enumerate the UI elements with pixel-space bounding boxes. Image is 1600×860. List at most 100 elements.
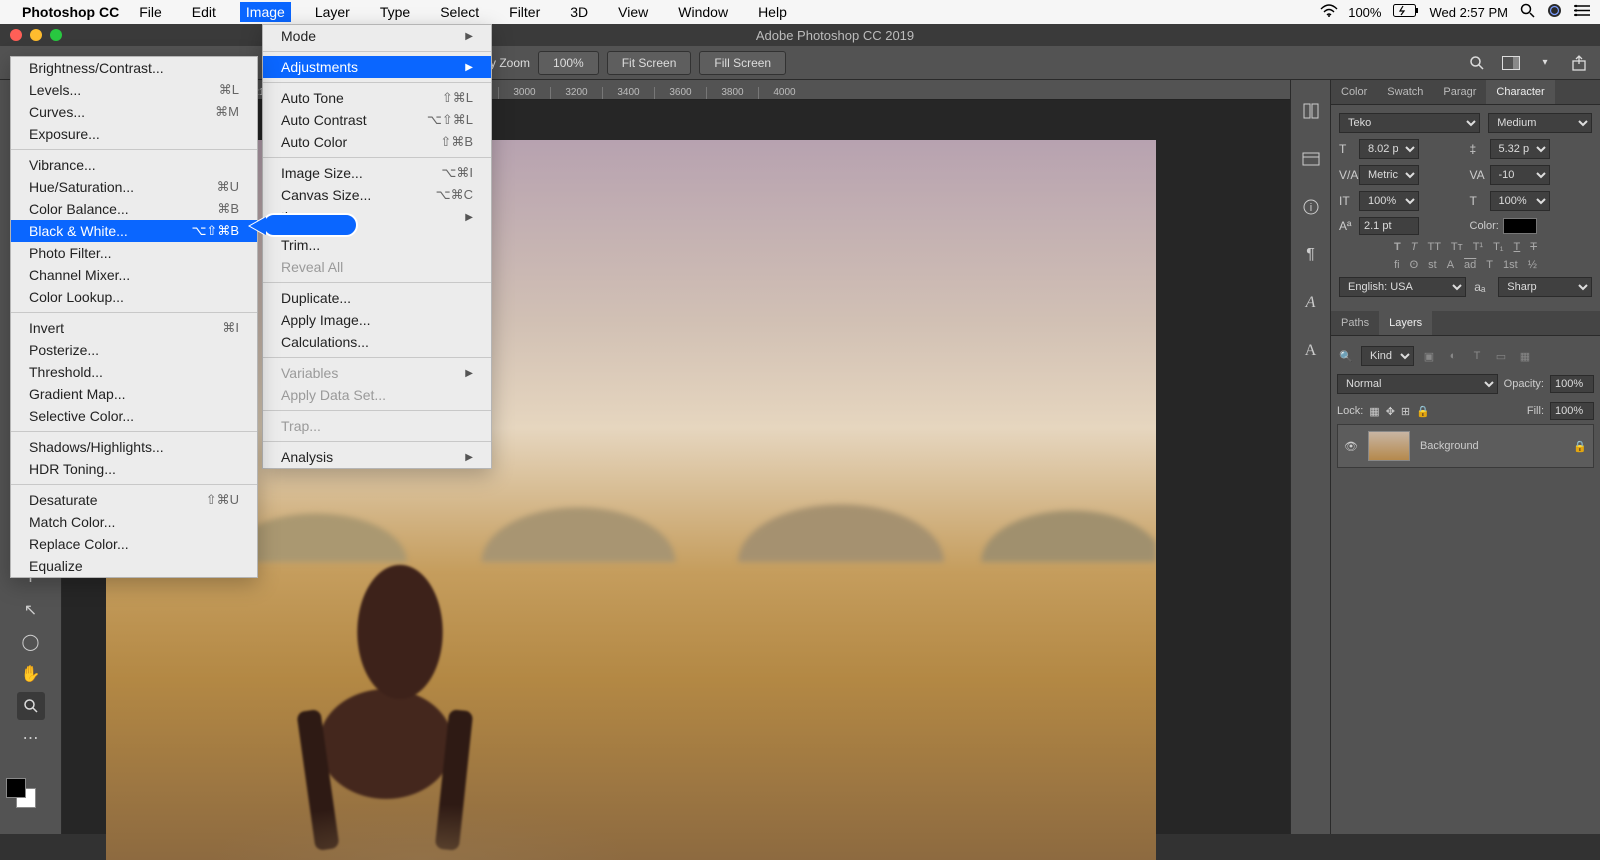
menubar-item-help[interactable]: Help	[752, 2, 793, 22]
bold-icon[interactable]: T	[1394, 241, 1401, 253]
tab-paths[interactable]: Paths	[1331, 311, 1379, 335]
tab-layers[interactable]: Layers	[1379, 311, 1432, 335]
tracking-select[interactable]: -10	[1490, 165, 1550, 185]
titling-icon[interactable]: ad	[1464, 259, 1476, 271]
siri-icon[interactable]	[1547, 3, 1562, 21]
lock-pixels-icon[interactable]: ▦	[1369, 405, 1379, 418]
blend-mode-select[interactable]: Normal	[1337, 374, 1498, 394]
filter-shape-icon[interactable]: ▭	[1492, 350, 1510, 363]
visibility-toggle-icon[interactable]: 👁	[1344, 440, 1358, 453]
color-swatches[interactable]	[6, 778, 36, 808]
menu-item-auto-contrast[interactable]: Auto Contrast⌥⇧⌘L	[263, 109, 491, 131]
menu-item-calculations[interactable]: Calculations...	[263, 331, 491, 353]
menu-item-image-size[interactable]: Image Size...⌥⌘I	[263, 162, 491, 184]
spotlight-icon[interactable]	[1520, 3, 1535, 21]
menu-item-duplicate[interactable]: Duplicate...	[263, 287, 491, 309]
layer-name[interactable]: Background	[1420, 440, 1479, 452]
menu-item-mode[interactable]: Mode▶	[263, 25, 491, 47]
menu-item-photo-filter[interactable]: Photo Filter...	[11, 242, 257, 264]
strikethrough-icon[interactable]: T	[1530, 241, 1537, 253]
workspace-chevron-icon[interactable]: ▾	[1534, 52, 1556, 74]
menu-item-hdr-toning[interactable]: HDR Toning...	[11, 458, 257, 480]
search-icon[interactable]	[1466, 52, 1488, 74]
paragraph-panel-icon[interactable]: ¶	[1300, 244, 1322, 266]
menu-item-auto-tone[interactable]: Auto Tone⇧⌘L	[263, 87, 491, 109]
underline-icon[interactable]: T	[1514, 241, 1521, 253]
history-panel-icon[interactable]	[1300, 100, 1322, 122]
menu-item-replace-color[interactable]: Replace Color...	[11, 533, 257, 555]
lock-artboard-icon[interactable]: ⊞	[1401, 405, 1410, 418]
menubar-item-layer[interactable]: Layer	[309, 2, 356, 22]
workspace-icon[interactable]	[1500, 52, 1522, 74]
wifi-icon[interactable]	[1320, 4, 1338, 21]
contextual-icon[interactable]: ʘ	[1410, 259, 1419, 271]
menu-item-levels[interactable]: Levels...⌘L	[11, 79, 257, 101]
tab-swatch[interactable]: Swatch	[1377, 80, 1433, 104]
maximize-window-button[interactable]	[50, 29, 62, 41]
menu-item-match-color[interactable]: Match Color...	[11, 511, 257, 533]
filter-kind-select[interactable]: Kind	[1361, 346, 1414, 366]
zoom-100-button[interactable]: 100%	[538, 51, 599, 75]
swash-icon[interactable]: A	[1447, 259, 1454, 271]
hscale-select[interactable]: 100%	[1490, 191, 1550, 211]
menu-item-trim[interactable]: Trim...	[263, 234, 491, 256]
filter-adjust-icon[interactable]: ◐	[1444, 350, 1462, 362]
opacity-input[interactable]	[1550, 375, 1594, 393]
notification-center-icon[interactable]	[1574, 4, 1590, 20]
filter-pixel-icon[interactable]: ▣	[1420, 350, 1438, 363]
info-panel-icon[interactable]: i	[1300, 196, 1322, 218]
menubar-item-file[interactable]: File	[133, 2, 168, 22]
menubar-item-image[interactable]: Image	[240, 2, 291, 22]
share-icon[interactable]	[1568, 52, 1590, 74]
language-select[interactable]: English: USA	[1339, 277, 1466, 297]
menu-item-desaturate[interactable]: Desaturate⇧⌘U	[11, 489, 257, 511]
menu-item-exposure[interactable]: Exposure...	[11, 123, 257, 145]
menu-item-analysis[interactable]: Analysis▶	[263, 446, 491, 468]
close-window-button[interactable]	[10, 29, 22, 41]
menubar-item-edit[interactable]: Edit	[186, 2, 222, 22]
superscript-icon[interactable]: T¹	[1473, 241, 1483, 253]
baseline-input[interactable]	[1359, 217, 1419, 235]
stylistic-icon[interactable]: st	[1428, 259, 1437, 271]
menubar-item-type[interactable]: Type	[374, 2, 416, 22]
text-color-swatch[interactable]	[1503, 218, 1537, 234]
menu-item-apply-image[interactable]: Apply Image...	[263, 309, 491, 331]
smallcaps-icon[interactable]: Tᴛ	[1451, 241, 1463, 253]
kerning-select[interactable]: Metrics	[1359, 165, 1419, 185]
leading-select[interactable]: 5.32 pt	[1490, 139, 1550, 159]
subscript-icon[interactable]: T₁	[1493, 241, 1503, 253]
tab-character[interactable]: Character	[1486, 80, 1554, 104]
glyphs-panel-icon[interactable]: A	[1300, 292, 1322, 314]
zoom-tool[interactable]	[17, 692, 45, 720]
menu-item-color-lookup[interactable]: Color Lookup...	[11, 286, 257, 308]
menu-item-posterize[interactable]: Posterize...	[11, 339, 257, 361]
menu-item-gradient-map[interactable]: Gradient Map...	[11, 383, 257, 405]
fractions-icon[interactable]: 1st	[1503, 259, 1518, 271]
menu-item-channel-mixer[interactable]: Channel Mixer...	[11, 264, 257, 286]
menubar-item-filter[interactable]: Filter	[503, 2, 546, 22]
ordinals-icon[interactable]: T	[1486, 259, 1493, 271]
lock-all-icon[interactable]: 🔒	[1416, 405, 1430, 418]
font-weight-select[interactable]: Medium	[1488, 113, 1592, 133]
app-name[interactable]: Photoshop CC	[22, 4, 119, 20]
font-size-select[interactable]: 8.02 pt	[1359, 139, 1419, 159]
menu-item-canvas-size[interactable]: Canvas Size...⌥⌘C	[263, 184, 491, 206]
font-family-select[interactable]: Teko	[1339, 113, 1480, 133]
ligatures-icon[interactable]: fi	[1394, 259, 1400, 271]
menu-item-shadows-highlights[interactable]: Shadows/Highlights...	[11, 436, 257, 458]
italic-icon[interactable]: T	[1411, 241, 1418, 253]
fill-screen-button[interactable]: Fill Screen	[699, 51, 786, 75]
menubar-item-window[interactable]: Window	[672, 2, 734, 22]
hand-tool[interactable]: ✋	[17, 660, 45, 688]
fit-screen-button[interactable]: Fit Screen	[607, 51, 692, 75]
menu-item-invert[interactable]: Invert⌘I	[11, 317, 257, 339]
filter-smart-icon[interactable]: ▦	[1516, 350, 1534, 363]
menu-item-auto-color[interactable]: Auto Color⇧⌘B	[263, 131, 491, 153]
menu-item-black-white[interactable]: Black & White...⌥⇧⌘B	[11, 220, 257, 242]
menu-item-curves[interactable]: Curves...⌘M	[11, 101, 257, 123]
antialias-select[interactable]: Sharp	[1498, 277, 1592, 297]
vscale-select[interactable]: 100%	[1359, 191, 1419, 211]
tab-paragr[interactable]: Paragr	[1433, 80, 1486, 104]
menu-item-color-balance[interactable]: Color Balance...⌘B	[11, 198, 257, 220]
minimize-window-button[interactable]	[30, 29, 42, 41]
